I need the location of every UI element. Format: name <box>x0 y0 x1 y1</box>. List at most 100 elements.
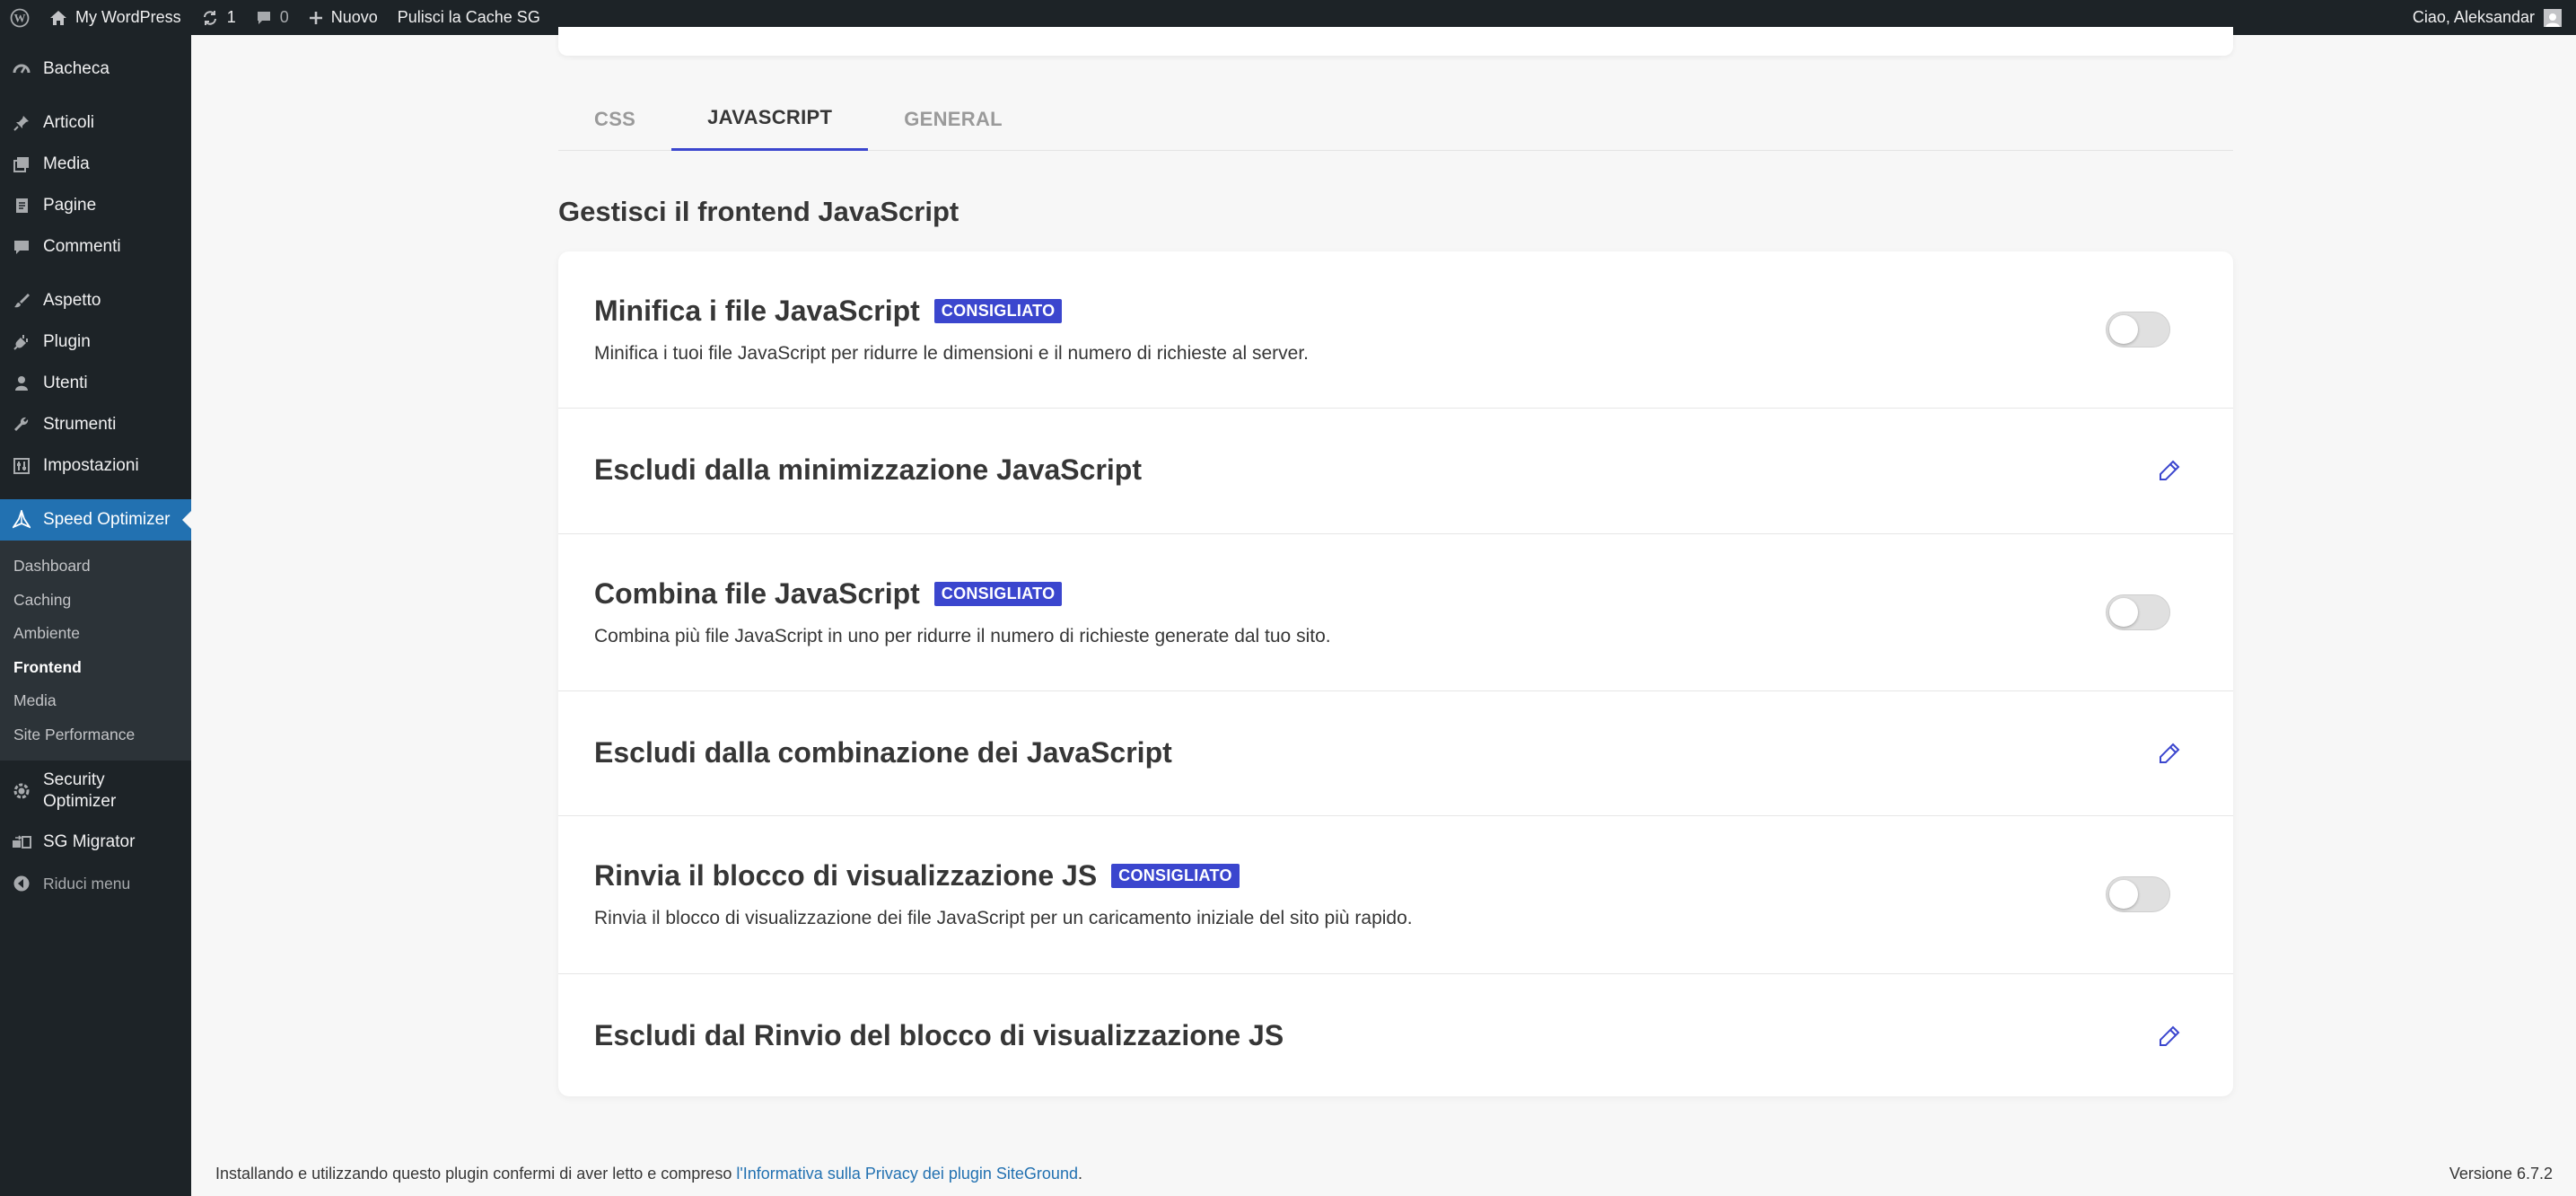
new-content-link[interactable]: Nuovo <box>299 0 388 35</box>
combine-js-toggle[interactable] <box>2106 594 2170 630</box>
comment-icon <box>11 236 32 258</box>
tab-javascript[interactable]: JAVASCRIPT <box>671 87 869 151</box>
collapse-menu-button[interactable]: Riduci menu <box>0 863 191 904</box>
label-line-2: Optimizer <box>43 792 117 811</box>
setting-description: Combina più file JavaScript in uno per r… <box>594 626 1331 646</box>
svg-text:W: W <box>14 11 26 24</box>
setting-title: Rinvia il blocco di visualizzazione JS C… <box>594 859 1240 893</box>
toggle-knob <box>2109 598 2138 627</box>
plugin-icon <box>11 331 32 353</box>
speed-optimizer-submenu: Dashboard Caching Ambiente Frontend Medi… <box>0 541 191 761</box>
sidebar-item-label: SG Migrator <box>43 832 136 851</box>
sidebar-item-bacheca[interactable]: Bacheca <box>0 48 191 90</box>
dashboard-icon <box>11 58 32 80</box>
setting-title-text: Rinvia il blocco di visualizzazione JS <box>594 859 1098 892</box>
sidebar-item-strumenti[interactable]: Strumenti <box>0 404 191 445</box>
recommended-badge: CONSIGLIATO <box>1111 864 1240 888</box>
minify-js-toggle[interactable] <box>2106 312 2170 347</box>
pencil-icon[interactable] <box>2158 742 2183 767</box>
page-icon <box>11 195 32 216</box>
submenu-item-caching[interactable]: Caching <box>0 584 191 618</box>
updates-link[interactable]: 1 <box>191 0 246 35</box>
setting-title: Combina file JavaScript CONSIGLIATO <box>594 577 1063 611</box>
setting-row-exclude-minify: Escludi dalla minimizzazione JavaScript <box>558 409 2233 534</box>
sidebar-item-label: Aspetto <box>43 291 101 310</box>
sidebar-item-speed-optimizer[interactable]: Speed Optimizer <box>0 499 191 541</box>
speed-optimizer-icon <box>11 509 32 531</box>
tab-general[interactable]: GENERAL <box>868 87 1038 151</box>
sidebar-item-sg-migrator[interactable]: SG Migrator <box>0 822 191 863</box>
sidebar-item-label: Plugin <box>43 332 91 351</box>
home-icon <box>49 10 67 26</box>
footer-text-end: . <box>1077 1165 1082 1183</box>
sidebar-item-label: Bacheca <box>43 59 110 78</box>
sidebar-item-label: Media <box>43 154 90 173</box>
refresh-icon <box>201 9 219 27</box>
sidebar-item-plugin[interactable]: Plugin <box>0 321 191 363</box>
defer-js-toggle[interactable] <box>2106 876 2170 912</box>
submenu-item-frontend[interactable]: Frontend <box>0 651 191 685</box>
wrench-icon <box>11 414 32 435</box>
toggle-knob <box>2109 315 2138 344</box>
wordpress-logo-icon[interactable]: W <box>0 0 39 35</box>
greeting: Ciao, Aleksandar <box>2412 8 2535 26</box>
setting-row-exclude-combine: Escludi dalla combinazione dei JavaScrip… <box>558 691 2233 816</box>
submenu-item-dashboard[interactable]: Dashboard <box>0 550 191 584</box>
recommended-badge: CONSIGLIATO <box>933 582 1063 606</box>
account-menu[interactable]: Ciao, Aleksandar <box>2403 0 2576 35</box>
sidebar-item-label: Articoli <box>43 113 95 132</box>
plus-icon <box>309 11 323 25</box>
pencil-icon[interactable] <box>2158 1025 2183 1050</box>
footer-text: Installando e utilizzando questo plugin … <box>215 1165 737 1183</box>
sidebar-item-label: Security Optimizer <box>43 769 116 813</box>
sidebar-item-label: Utenti <box>43 374 88 392</box>
submenu-item-site-performance[interactable]: Site Performance <box>0 718 191 752</box>
comments-count: 0 <box>279 8 289 26</box>
footer-privacy-text: Installando e utilizzando questo plugin … <box>215 1165 1082 1183</box>
setting-row-combine-js: Combina file JavaScript CONSIGLIATO Comb… <box>558 534 2233 691</box>
version-label: Versione 6.7.2 <box>2449 1165 2553 1183</box>
section-title: Gestisci il frontend JavaScript <box>558 196 959 227</box>
sidebar-item-impostazioni[interactable]: Impostazioni <box>0 445 191 487</box>
comment-bubble-icon <box>256 10 272 26</box>
setting-row-defer-js: Rinvia il blocco di visualizzazione JS C… <box>558 816 2233 974</box>
sidebar-item-pagine[interactable]: Pagine <box>0 185 191 226</box>
sidebar-item-label: Pagine <box>43 196 97 215</box>
admin-sidebar: Bacheca Articoli Media Pagine Commenti A… <box>0 35 191 1196</box>
setting-title-text: Escludi dalla combinazione dei JavaScrip… <box>594 736 1172 769</box>
sidebar-item-label: Impostazioni <box>43 456 139 475</box>
sidebar-item-security-optimizer[interactable]: Security Optimizer <box>0 761 191 822</box>
pencil-icon[interactable] <box>2158 459 2183 484</box>
sidebar-item-commenti[interactable]: Commenti <box>0 226 191 268</box>
new-label: Nuovo <box>330 8 378 26</box>
toggle-knob <box>2109 880 2138 909</box>
setting-title: Escludi dalla combinazione dei JavaScrip… <box>594 736 1172 769</box>
label-line-1: Security <box>43 770 105 789</box>
updates-count: 1 <box>226 8 236 26</box>
purge-cache-button[interactable]: Pulisci la Cache SG <box>388 0 550 35</box>
sidebar-item-utenti[interactable]: Utenti <box>0 363 191 404</box>
setting-title-text: Combina file JavaScript <box>594 577 920 610</box>
purge-label: Pulisci la Cache SG <box>397 8 540 26</box>
site-name-link[interactable]: My WordPress <box>39 0 191 35</box>
setting-row-minify-js: Minifica i file JavaScript CONSIGLIATO M… <box>558 251 2233 409</box>
sidebar-item-label: Speed Optimizer <box>43 510 171 529</box>
sidebar-item-label: Strumenti <box>43 415 117 434</box>
submenu-item-media[interactable]: Media <box>0 684 191 718</box>
comments-link[interactable]: 0 <box>246 0 299 35</box>
collapse-menu-label: Riduci menu <box>43 874 131 893</box>
privacy-policy-link[interactable]: l'Informativa sulla Privacy dei plugin S… <box>736 1165 1078 1183</box>
frontend-tabs: CSS JAVASCRIPT GENERAL <box>558 87 2233 151</box>
pin-icon <box>11 112 32 134</box>
sidebar-item-articoli[interactable]: Articoli <box>0 102 191 144</box>
recommended-badge: CONSIGLIATO <box>933 299 1063 323</box>
collapse-arrow-icon <box>11 873 32 894</box>
tab-css[interactable]: CSS <box>558 87 671 151</box>
sidebar-item-media[interactable]: Media <box>0 144 191 185</box>
sidebar-item-label: Commenti <box>43 237 121 256</box>
sidebar-item-aspetto[interactable]: Aspetto <box>0 280 191 321</box>
setting-title-text: Escludi dal Rinvio del blocco di visuali… <box>594 1019 1284 1051</box>
submenu-item-ambiente[interactable]: Ambiente <box>0 617 191 651</box>
avatar <box>2544 8 2562 27</box>
media-icon <box>11 154 32 175</box>
